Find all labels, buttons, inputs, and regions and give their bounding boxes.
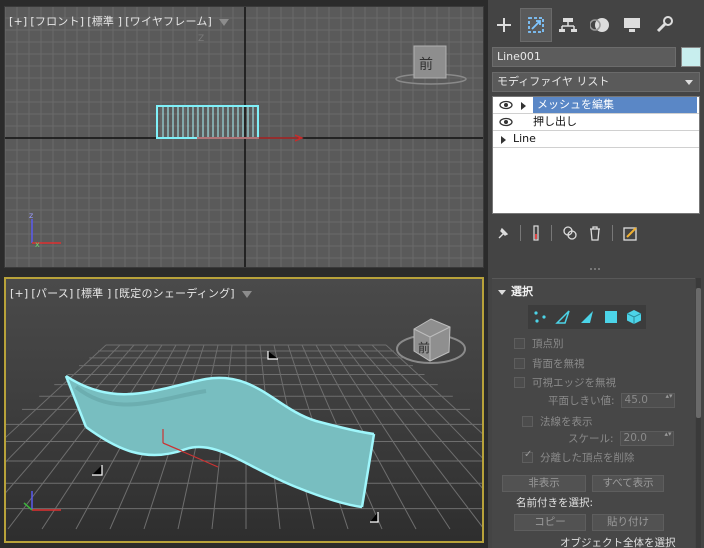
stack-item-label: Line [513,132,536,145]
viewport-mode-menu[interactable]: [標準 ] [87,15,122,28]
modify-tab-icon[interactable] [520,8,552,42]
planar-threshold-row: 平面しきい値: 45.0 [548,392,675,408]
divider [551,225,552,241]
extruded-wave-object [64,374,376,509]
collapse-triangle-icon[interactable] [498,289,506,295]
make-unique-icon[interactable] [562,225,578,241]
filter-icon[interactable] [241,290,252,298]
viewport-menu-plus[interactable]: [+] [9,15,27,28]
copy-button[interactable]: コピー [514,514,586,531]
viewcube-front-face: 前 [419,56,433,73]
modifier-stack[interactable]: メッシュを編集 押し出し Line [492,96,700,214]
by-vertex-checkbox[interactable]: 頂点別 [514,335,564,351]
motion-tab-icon[interactable] [584,8,616,42]
show-all-button[interactable]: すべて表示 [592,475,664,492]
perspective-viewport[interactable]: 前 [+] [パース] [標準 ] [既定のシェーディング] [4,277,484,543]
perspective-viewport-label[interactable]: [+] [パース] [標準 ] [既定のシェーディング] [10,285,252,301]
paste-button[interactable]: 貼り付け [592,514,664,531]
command-panel-tabs [488,8,704,44]
front-grid: Z z x 前 [5,7,483,267]
front-viewport[interactable]: Z z x 前 [+] [フロント] [標準 ] [ワイヤフレーム] [4,6,484,268]
display-tab-icon[interactable] [616,8,648,42]
svg-text:x: x [35,240,40,249]
pin-stack-icon[interactable] [496,226,510,240]
object-color-swatch[interactable] [681,47,701,67]
ignore-visible-edges-checkbox[interactable]: 可視エッジを無視 [514,374,616,390]
rollout-drag-handle[interactable] [488,266,704,272]
delete-isolated-vertices-checkbox[interactable]: ✓ 分離した頂点を削除 [522,449,635,465]
viewport-shading-menu[interactable]: [既定のシェーディング] [115,287,235,300]
perspective-scene: 前 [6,318,482,530]
scale-row: スケール: 20.0 [568,430,674,446]
named-selections-label: 名前付きを選択: [516,497,594,509]
viewport-menu-plus[interactable]: [+] [10,287,28,300]
modifier-list-label: モディファイヤ リスト [497,75,610,88]
eye-icon[interactable] [499,99,513,111]
stack-toolbar [492,222,700,244]
stack-item-label: 押し出し [533,115,577,128]
eye-icon[interactable] [499,116,513,128]
expand-triangle-icon[interactable] [521,102,526,110]
viewcube-perspective-face: 前 [418,340,430,355]
edge-level-icon[interactable] [555,309,571,325]
viewport-shading-menu[interactable]: [ワイヤフレーム] [125,15,212,28]
face-level-icon[interactable] [579,309,595,325]
subobject-level-buttons [528,305,646,329]
utilities-tab-icon[interactable] [648,8,680,42]
stack-item-extrude[interactable]: 押し出し [493,114,699,131]
remove-modifier-icon[interactable] [588,225,602,241]
axis-tripod-front: z x [29,211,61,249]
scrollbar-thumb[interactable] [696,288,701,418]
vertex-level-icon[interactable] [532,309,548,325]
modifier-list-dropdown[interactable]: モディファイヤ リスト [492,72,700,92]
create-tab-icon[interactable] [488,8,520,42]
viewcube-perspective: 前 [396,318,466,364]
show-normals-checkbox[interactable]: 法線を表示 [522,413,593,429]
selection-rollout: 選択 頂点別 背面を無視 可視エッジを無視 平面しきい値: 45.0 法線を表示… [492,278,695,548]
hide-button[interactable]: 非表示 [502,475,586,492]
select-whole-object-label[interactable]: オブジェクト全体を選択 [560,535,676,548]
expand-triangle-icon[interactable] [501,136,506,144]
object-name-field[interactable]: Line001 [492,47,676,67]
configure-modifier-sets-icon[interactable] [623,225,639,241]
show-end-result-icon[interactable] [531,225,541,241]
command-panel: Line001 モディファイヤ リスト メッシュを編集 押し出し Line 選択… [488,0,704,548]
ignore-backfacing-checkbox[interactable]: 背面を無視 [514,355,585,371]
chevron-down-icon [685,80,693,85]
planar-threshold-spinner[interactable]: 45.0 [620,392,675,408]
rollout-title[interactable]: 選択 [498,283,533,299]
front-axis-z-label: Z [198,34,204,44]
element-level-icon[interactable] [626,309,642,325]
stack-item-edit-mesh[interactable]: メッシュを編集 [493,97,699,114]
viewport-view-menu[interactable]: [フロント] [30,15,84,28]
stack-item-line[interactable]: Line [493,131,699,148]
filter-icon[interactable] [219,18,230,26]
viewport-view-menu[interactable]: [パース] [31,287,73,300]
divider [612,225,613,241]
viewport-mode-menu[interactable]: [標準 ] [76,287,111,300]
scale-spinner[interactable]: 20.0 [619,430,674,446]
divider [520,225,521,241]
panel-scrollbar[interactable] [696,278,701,548]
line001-object-front [156,105,259,139]
polygon-level-icon[interactable] [603,309,619,325]
hierarchy-tab-icon[interactable] [552,8,584,42]
front-viewport-label[interactable]: [+] [フロント] [標準 ] [ワイヤフレーム] [9,13,230,29]
stack-item-label: メッシュを編集 [533,97,697,113]
svg-text:z: z [29,211,33,220]
